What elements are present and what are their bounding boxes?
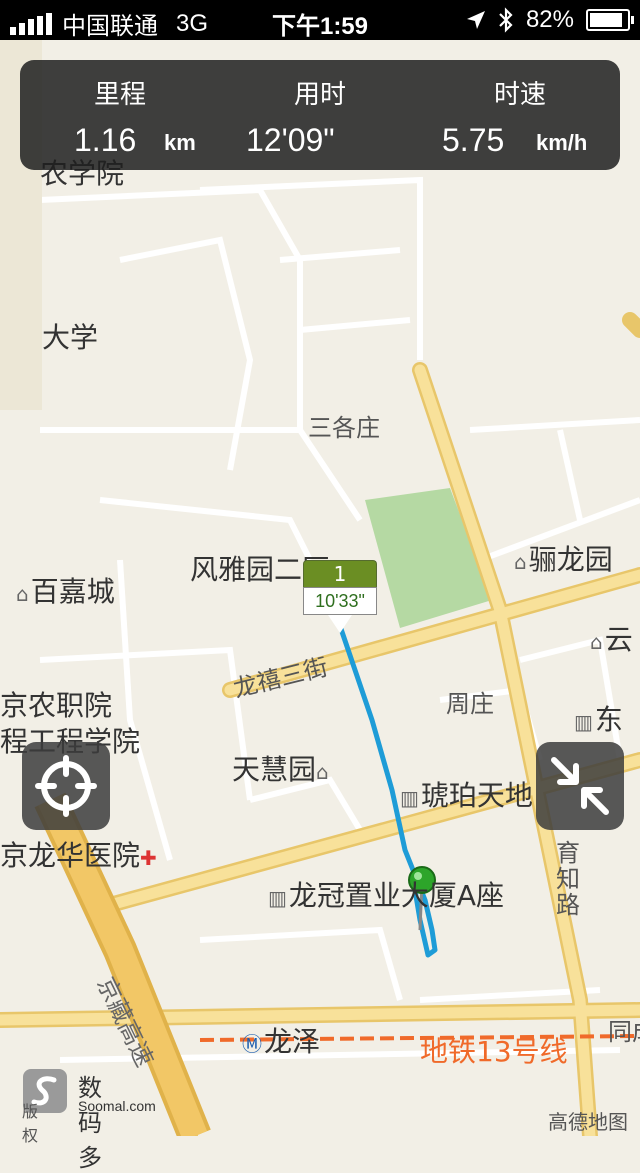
map-label: 大学 — [42, 321, 99, 354]
stats-panel: 里程 1.16 km 用时 12'09" 时速 5.75 km/h — [20, 60, 620, 170]
km-marker-split-time: 10'33" — [303, 587, 377, 615]
house-icon: ⌂ — [316, 760, 329, 784]
map-label: ⌂骊龙园 — [514, 543, 613, 576]
speed-unit: km/h — [536, 130, 588, 155]
map-label: 京龙华医院✚ — [0, 839, 157, 872]
crosshair-icon — [35, 755, 97, 817]
house-icon: ⌂ — [16, 582, 29, 606]
building-icon: ▥ — [400, 786, 419, 810]
km-marker[interactable]: 1 10'33" — [303, 560, 377, 633]
bluetooth-icon — [499, 7, 513, 33]
building-icon: ▥ — [268, 886, 287, 910]
map-label: 京农职院 — [0, 689, 113, 722]
speed-stat: 时速 5.75 km/h — [420, 60, 620, 170]
map-label: ▥龙冠置业大厦A座 — [268, 879, 505, 912]
map-label: 地铁13号线 — [420, 1035, 568, 1068]
duration-value: 12'09" — [246, 122, 335, 158]
km-marker-number: 1 — [303, 560, 377, 587]
house-icon: ⌂ — [590, 630, 603, 654]
distance-unit: km — [164, 130, 196, 155]
location-arrow-icon — [466, 11, 485, 29]
speed-value: 5.75 — [442, 122, 505, 158]
map-label: ▥东 — [574, 703, 623, 736]
hospital-icon: ✚ — [140, 846, 157, 870]
status-bar: 中国联通 3G 下午1:59 82% — [0, 0, 640, 40]
house-icon: ⌂ — [514, 550, 527, 574]
map-label: ⌂云 — [590, 623, 633, 656]
map-label: 周庄 — [446, 690, 494, 718]
map-label: ▥琥珀天地 — [400, 779, 533, 812]
watermark-copyright: 版权 — [22, 1102, 39, 1145]
duration-stat: 用时 12'09" — [220, 60, 420, 170]
map-provider-logo: 高德地图 — [548, 1110, 628, 1134]
distance-stat: 里程 1.16 km — [20, 60, 220, 170]
collapse-arrows-icon — [551, 757, 609, 815]
map-label: 同成 — [608, 1018, 640, 1046]
battery-icon — [586, 9, 634, 31]
building-icon: ▥ — [574, 710, 593, 734]
map-label: 天慧园⌂ — [232, 753, 329, 786]
km-marker-tail — [328, 615, 352, 633]
distance-value: 1.16 — [74, 122, 137, 158]
map-label: ⌂百嘉城 — [16, 575, 115, 608]
map-label: 三各庄 — [308, 414, 380, 442]
duration-title: 用时 — [293, 80, 346, 110]
subway-station-icon: Ⓜ — [242, 1032, 262, 1056]
locate-button[interactable] — [22, 742, 110, 830]
battery-percent: 82% — [525, 6, 574, 33]
map-label: 育知路 — [556, 839, 580, 919]
map-label: Ⓜ龙泽 — [242, 1025, 321, 1058]
speed-title: 时速 — [493, 80, 546, 110]
distance-title: 里程 — [93, 80, 146, 110]
watermark-domain: Soomal.com — [78, 1098, 156, 1114]
collapse-map-button[interactable] — [536, 742, 624, 830]
watermark-brand: 数码多 — [78, 1074, 102, 1172]
